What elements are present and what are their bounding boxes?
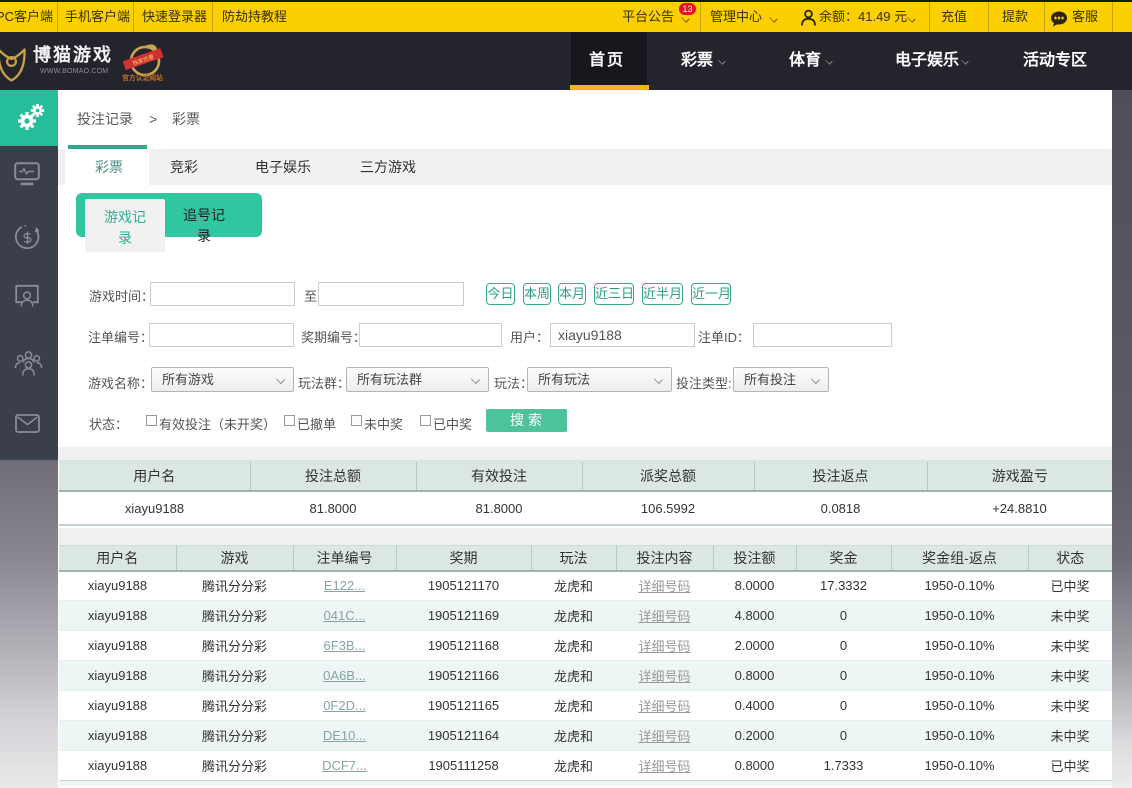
svg-text:官方认证网站: 官方认证网站: [122, 73, 163, 82]
